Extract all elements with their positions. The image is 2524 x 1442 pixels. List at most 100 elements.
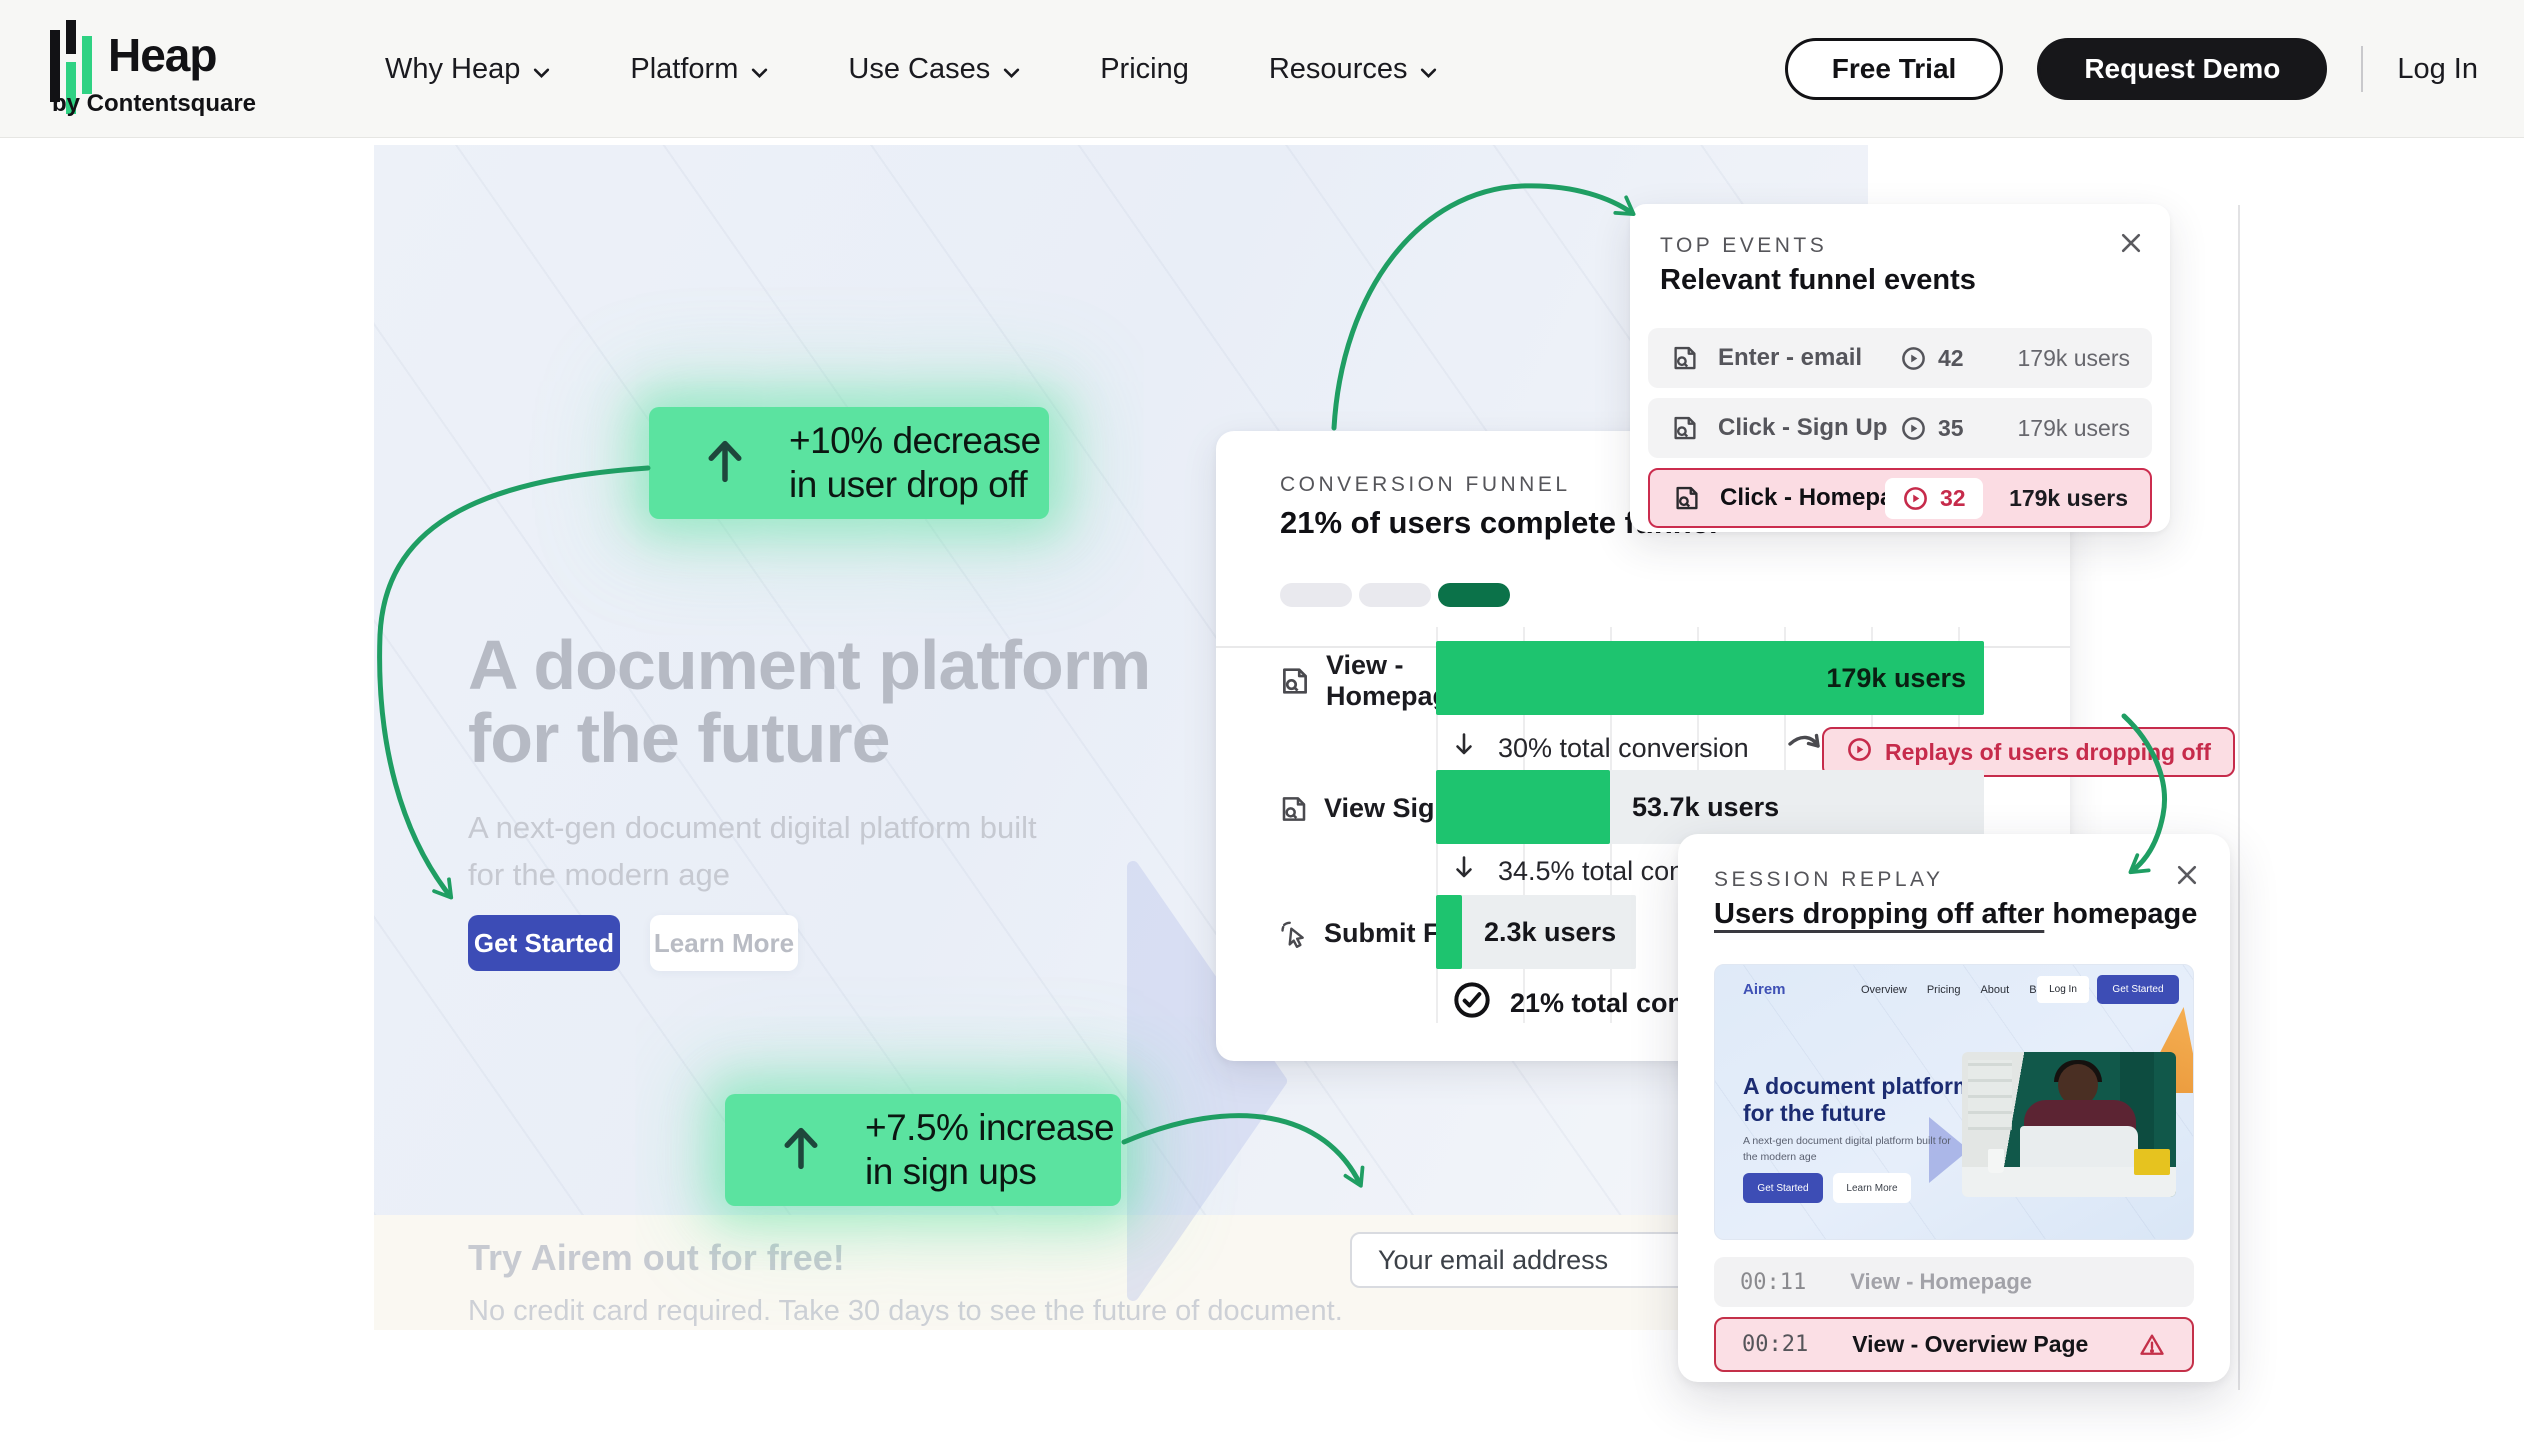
close-icon[interactable] [2174,862,2200,893]
event-row-enter-email[interactable]: Enter - email 42 179k users [1648,328,2152,388]
brand-name: Heap [108,28,216,82]
header-divider [2361,46,2363,92]
arrow-down-icon [1452,854,1476,888]
heap-logo[interactable]: Heap by Contentsquare [46,18,366,122]
funnel-progress-pills [1280,583,1510,607]
timeline-row-homepage[interactable]: 00:11 View - Homepage [1714,1257,2194,1307]
progress-pill [1280,583,1352,607]
mini-headline: A document platform for the future [1743,1073,1973,1127]
heap-homepage: Heap by Contentsquare Why Heap Platform … [0,0,2524,1442]
bar-value-label: 53.7k users [1632,792,1779,823]
person-at-laptop-photo [1962,1052,2176,1197]
mini-nav-overview: Overview [1861,984,1907,996]
nav-label: Platform [630,53,738,86]
timeline-event: View - Homepage [1850,1269,2032,1295]
callout-line1: +10% decrease [789,420,1041,461]
mini-nav-pricing: Pricing [1927,984,1961,996]
title-underlined-part: Users dropping off after [1714,898,2044,930]
top-events-card: TOP EVENTS Relevant funnel events Enter … [1630,204,2170,532]
event-users: 179k users [2017,415,2130,442]
main-nav: Why Heap Platform Use Cases Pricing [385,0,1437,138]
arrow-up-icon [779,1124,823,1177]
top-events-list: Enter - email 42 179k users Click - Sign… [1648,328,2152,528]
funnel-card-label: CONVERSION FUNNEL [1280,473,1571,497]
nav-label: Use Cases [848,53,990,86]
top-navbar: Heap by Contentsquare Why Heap Platform … [0,0,2524,138]
photo-laptop [2020,1126,2138,1172]
arrow-down-icon [1452,731,1476,765]
funnel-track-submit-form: 2.3k users [1436,895,1636,969]
airem-hero-buttons: Get Started Learn More [468,915,798,971]
top-events-title: Relevant funnel events [1660,264,1976,297]
callout-line2: in user drop off [789,464,1027,505]
event-name: Click - Sign Up [1718,414,1887,442]
chevron-down-icon [1420,53,1437,86]
request-demo-button[interactable]: Request Demo [2037,38,2327,100]
funnel-bar-view-homepage[interactable]: 179k users [1436,641,1984,715]
timeline-timestamp: 00:21 [1742,1332,1808,1357]
pageview-event-icon [1670,343,1700,373]
brand-byline: by Contentsquare [52,90,256,118]
try-airem-title: Try Airem out for free! [468,1237,845,1279]
event-users: 179k users [2009,485,2128,512]
mini-learn-more-cta: Learn More [1833,1173,1911,1203]
funnel-bar-view-signup[interactable] [1436,770,1610,844]
mini-login-button: Log In [2037,976,2089,1003]
event-row-click-homepage-highlighted[interactable]: Click - Homepage 32 179k users [1648,468,2152,528]
timeline-event: View - Overview Page [1852,1331,2088,1358]
sign-ups-callout-text: +7.5% increase in sign ups [865,1106,1114,1195]
airem-headline: A document platform for the future [468,629,1150,775]
nav-item-why-heap[interactable]: Why Heap [385,53,550,86]
funnel-bar-submit-form[interactable] [1436,895,1462,969]
title-rest-part: homepage [2044,898,2197,930]
airem-subtitle: A next-gen document digital platform bui… [468,805,1058,898]
close-icon[interactable] [2118,230,2144,261]
replay-count[interactable]: 42 [1900,345,1964,372]
nav-label: Pricing [1100,53,1189,86]
pageview-event-icon [1672,483,1702,513]
airem-headline-line2: for the future [468,699,890,777]
replay-count-highlighted[interactable]: 32 [1885,478,1983,519]
drop-off-callout-text: +10% decrease in user drop off [789,419,1041,508]
conversion-text: 30% total conversion [1498,733,1749,764]
pageview-event-icon [1278,664,1312,698]
chevron-down-icon [533,53,550,86]
get-started-button[interactable]: Get Started [468,915,620,971]
drop-off-callout: +10% decrease in user drop off [649,407,1049,519]
click-event-icon [1278,918,1310,950]
nav-item-pricing[interactable]: Pricing [1100,53,1189,86]
log-in-link[interactable]: Log In [2397,53,2478,86]
try-airem-subtitle: No credit card required. Take 30 days to… [468,1295,1343,1328]
replay-viewport[interactable]: Airem Overview Pricing About Blog Log In… [1714,964,2194,1240]
learn-more-button[interactable]: Learn More [650,915,798,971]
event-name: Enter - email [1718,344,1862,372]
mini-get-started-button: Get Started [2097,975,2179,1004]
nav-item-resources[interactable]: Resources [1269,53,1438,86]
timeline-row-overview-page-alert[interactable]: 00:21 View - Overview Page [1714,1317,2194,1372]
event-row-click-signup[interactable]: Click - Sign Up 35 179k users [1648,398,2152,458]
bar-value-label: 2.3k users [1484,917,1616,948]
session-replay-card: SESSION REPLAY Users dropping off after … [1678,834,2230,1382]
replay-count[interactable]: 35 [1900,415,1964,442]
mini-subtitle: A next-gen document digital platform bui… [1743,1133,1961,1166]
chevron-down-icon [751,53,768,86]
nav-item-use-cases[interactable]: Use Cases [848,53,1020,86]
callout-line1: +7.5% increase [865,1107,1114,1148]
arrow-up-icon [703,437,747,490]
sign-ups-callout: +7.5% increase in sign ups [725,1094,1121,1206]
progress-pill-active [1438,583,1510,607]
photo-cup [1988,1149,2004,1173]
nav-label: Resources [1269,53,1408,86]
header-actions: Free Trial Request Demo Log In [1785,0,2478,138]
warning-icon [2138,1331,2166,1359]
photo-folder [2134,1149,2170,1175]
airem-mini-nav: Overview Pricing About Blog [1861,984,2051,996]
chevron-down-icon [1003,53,1020,86]
replay-count-value: 42 [1938,345,1964,372]
replay-count-value: 35 [1938,415,1964,442]
airem-mini-logo: Airem [1743,981,1786,998]
free-trial-button[interactable]: Free Trial [1785,38,2004,100]
replay-play-icon [1846,736,1873,769]
replay-count-value: 32 [1940,485,1966,512]
nav-item-platform[interactable]: Platform [630,53,768,86]
